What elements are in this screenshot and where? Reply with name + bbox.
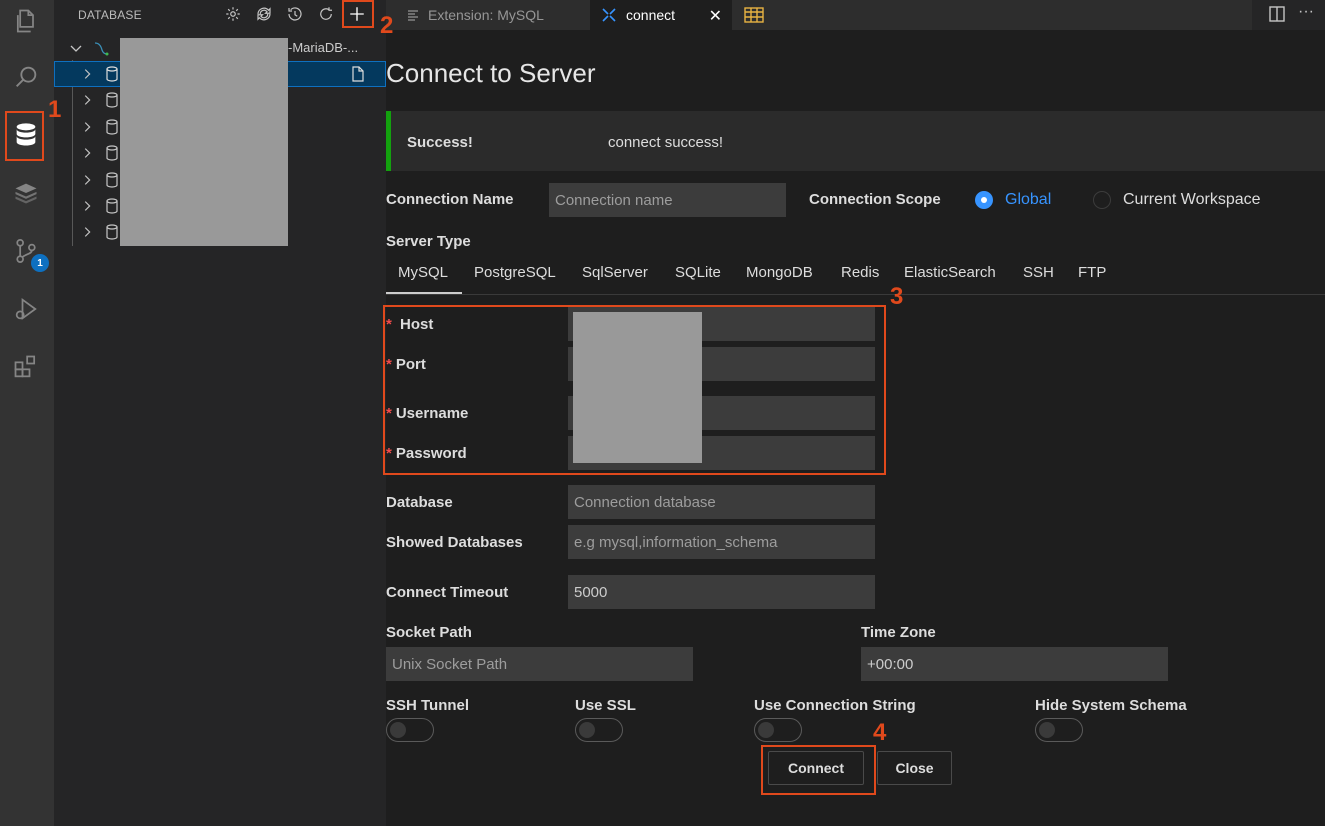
ssh-tunnel-label: SSH Tunnel	[386, 697, 470, 714]
tab-mongodb[interactable]: MongoDB	[746, 264, 813, 281]
connection-name-input[interactable]	[549, 183, 786, 217]
close-icon[interactable]: ✕	[709, 6, 722, 26]
database-icon	[106, 172, 118, 188]
chevron-right-icon	[84, 227, 91, 237]
tab-elasticsearch[interactable]: ElasticSearch	[904, 264, 996, 281]
use-connection-string-toggle[interactable]	[754, 718, 802, 742]
tab-ftp[interactable]: FTP	[1078, 264, 1106, 281]
chevron-right-icon	[84, 201, 91, 211]
source-control-icon[interactable]: 1	[5, 230, 49, 272]
editor-tab-bar: Extension: MySQL connect ✕ ···	[386, 0, 1325, 30]
table-icon	[744, 7, 764, 23]
database-icon	[106, 119, 118, 135]
tab-ssh[interactable]: SSH	[1023, 264, 1054, 281]
ssh-tunnel-toggle[interactable]	[386, 718, 434, 742]
socket-path-label: Socket Path	[386, 624, 472, 641]
annotation-box-4	[761, 745, 876, 795]
hide-system-schema-toggle[interactable]	[1035, 718, 1083, 742]
connection-name-label: Connection Name	[386, 191, 514, 208]
run-debug-icon[interactable]	[5, 288, 47, 330]
scope-workspace-label[interactable]: Current Workspace	[1123, 191, 1261, 209]
database-icon	[106, 198, 118, 214]
annotation-box-2	[342, 0, 374, 28]
use-ssl-label: Use SSL	[575, 697, 636, 714]
database-label: Database	[386, 494, 453, 511]
scope-global-label[interactable]: Global	[1005, 191, 1051, 209]
scope-global-radio[interactable]	[975, 191, 993, 209]
connect-timeout-label: Connect Timeout	[386, 584, 509, 601]
extensions-icon[interactable]	[5, 346, 47, 388]
tab-sqlite[interactable]: SQLite	[675, 264, 721, 281]
annotation-box-3	[383, 305, 886, 475]
tab-table[interactable]	[732, 0, 1252, 30]
preview-icon	[406, 8, 420, 22]
sidebar-title: DATABASE	[78, 8, 142, 22]
database-icon	[106, 145, 118, 161]
annotation-number-3: 3	[890, 283, 904, 310]
mariadb-icon	[94, 42, 109, 56]
new-query-icon[interactable]	[350, 65, 366, 83]
tab-label: Extension: MySQL	[428, 7, 544, 23]
database-sidebar: DATABASE -MariaDB-...	[54, 0, 386, 826]
hide-system-schema-label: Hide System Schema	[1035, 697, 1187, 714]
tabs-divider	[386, 294, 1325, 295]
page-title: Connect to Server	[386, 58, 596, 88]
redis-stack-icon[interactable]	[5, 172, 47, 214]
annotation-number-4: 4	[873, 719, 887, 746]
annotation-number-1: 1	[48, 96, 62, 123]
settings-icon[interactable]	[222, 3, 244, 25]
tab-connect[interactable]: connect ✕	[590, 0, 732, 30]
chevron-right-icon	[84, 95, 91, 105]
chevron-right-icon	[84, 148, 91, 158]
source-control-badge: 1	[31, 254, 49, 272]
database-input[interactable]	[568, 485, 875, 519]
scope-workspace-radio[interactable]	[1093, 191, 1111, 209]
chevron-right-icon	[84, 122, 91, 132]
annotation-box-1	[5, 111, 44, 161]
database-icon	[106, 92, 118, 108]
success-alert: Success! connect success!	[386, 111, 1325, 171]
split-editor-icon[interactable]	[1268, 5, 1286, 28]
chevron-right-icon	[84, 69, 91, 79]
tab-redis[interactable]: Redis	[841, 264, 879, 281]
search-icon[interactable]	[5, 56, 47, 98]
showed-databases-label: Showed Databases	[386, 534, 523, 551]
connect-icon	[600, 6, 618, 24]
sync-icon[interactable]	[253, 3, 275, 25]
socket-path-input[interactable]	[386, 647, 693, 681]
tab-postgresql[interactable]: PostgreSQL	[474, 264, 556, 281]
time-zone-label: Time Zone	[861, 624, 936, 641]
alert-title: Success!	[407, 134, 473, 151]
explorer-icon[interactable]	[5, 0, 47, 42]
history-icon[interactable]	[284, 3, 306, 25]
tab-extension-mysql[interactable]: Extension: MySQL	[386, 0, 590, 30]
tree-root-label: -MariaDB-...	[288, 40, 359, 55]
showed-databases-input[interactable]	[568, 525, 875, 559]
chevron-down-icon	[70, 45, 82, 52]
tab-sqlserver[interactable]: SqlServer	[582, 264, 648, 281]
server-type-label: Server Type	[386, 233, 471, 250]
chevron-right-icon	[84, 175, 91, 185]
tab-mysql[interactable]: MySQL	[398, 264, 448, 281]
close-button[interactable]: Close	[877, 751, 952, 785]
use-ssl-toggle[interactable]	[575, 718, 623, 742]
annotation-number-2: 2	[380, 12, 394, 39]
use-connection-string-label: Use Connection String	[754, 697, 916, 714]
tab-label: connect	[626, 7, 676, 23]
time-zone-input[interactable]	[861, 647, 1168, 681]
connection-scope-label: Connection Scope	[809, 191, 941, 208]
refresh-icon[interactable]	[315, 3, 337, 25]
alert-message: connect success!	[608, 134, 724, 151]
connect-timeout-input[interactable]	[568, 575, 875, 609]
more-actions-icon[interactable]: ···	[1298, 3, 1314, 21]
database-icon	[106, 224, 118, 240]
database-icon	[106, 66, 118, 82]
redacted-area	[120, 38, 288, 246]
